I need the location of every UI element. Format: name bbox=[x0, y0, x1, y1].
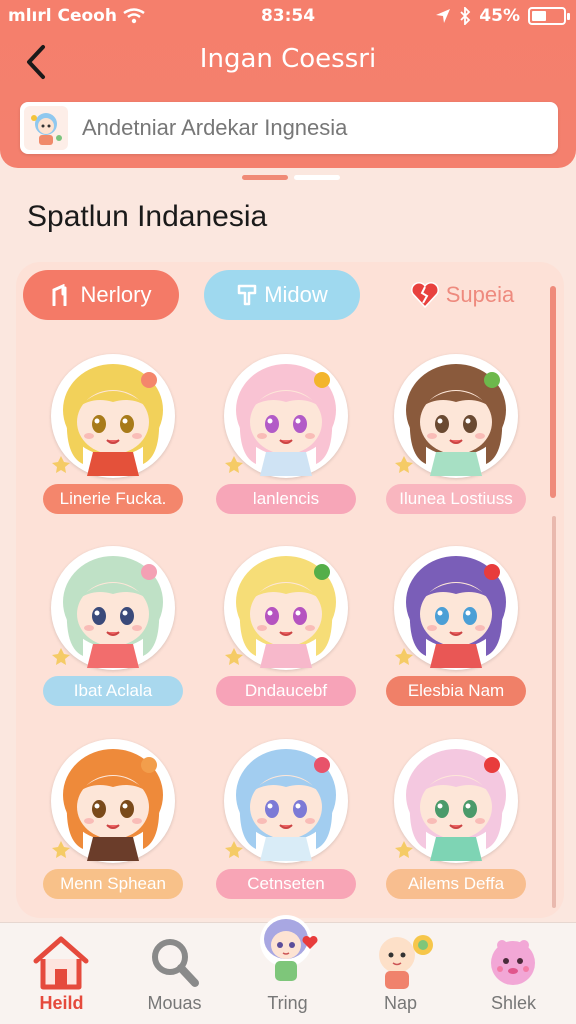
character-card[interactable]: Ilunea Lostiuss bbox=[386, 346, 526, 516]
tab-supeia[interactable]: Supeia bbox=[384, 270, 540, 320]
status-bar: mlırl Ceooh 83:54 45% bbox=[0, 0, 576, 34]
search-avatar-thumbnail bbox=[24, 106, 68, 150]
pink-blob-icon bbox=[491, 940, 535, 985]
character-avatar bbox=[216, 731, 356, 871]
character-name: lanlencis bbox=[216, 484, 356, 514]
tab-label: Supeia bbox=[445, 282, 515, 307]
character-avatar bbox=[386, 731, 526, 871]
nav-item-nap[interactable]: Nap bbox=[343, 923, 458, 1024]
character-card[interactable]: Ailems Deffa bbox=[386, 731, 526, 901]
character-avatar bbox=[386, 538, 526, 678]
panel-scrollbar-thumb[interactable] bbox=[550, 286, 556, 498]
panel-scrollbar-track[interactable] bbox=[552, 516, 556, 908]
battery-icon bbox=[528, 7, 570, 25]
broken-heart-icon bbox=[410, 282, 439, 309]
character-avatar bbox=[216, 346, 356, 486]
location-icon bbox=[436, 9, 451, 23]
nav-label: Shlek bbox=[490, 993, 537, 1013]
character-name: Ibat Aclala bbox=[43, 676, 183, 706]
tab-nerlory[interactable]: Nerlory bbox=[23, 270, 179, 320]
tab-label: Midow bbox=[264, 282, 328, 307]
character-name: Ilunea Lostiuss bbox=[386, 484, 526, 514]
bluetooth-icon bbox=[460, 7, 471, 25]
drag-handle[interactable] bbox=[242, 175, 340, 180]
character-avatar bbox=[386, 346, 526, 486]
home-icon bbox=[33, 936, 89, 990]
character-card[interactable]: Menn Sphean bbox=[43, 731, 183, 901]
character-card[interactable]: Cetnseten bbox=[216, 731, 356, 901]
character-name: Elesbia Nam bbox=[386, 676, 526, 706]
bottom-navigation: Heild Mouas Tring Nap Shlek bbox=[0, 915, 576, 1024]
nav-item-tring[interactable]: Tring bbox=[230, 915, 345, 1024]
chibi-avatar-icon bbox=[260, 915, 318, 981]
battery-level-fill bbox=[532, 11, 546, 21]
character-avatar bbox=[216, 538, 356, 678]
search-bar[interactable] bbox=[20, 102, 558, 154]
character-name: Menn Sphean bbox=[43, 869, 183, 899]
nav-label: Tring bbox=[267, 993, 308, 1013]
search-input[interactable] bbox=[82, 115, 542, 141]
character-name: Dndaucebf bbox=[216, 676, 356, 706]
tab-midow[interactable]: Midow bbox=[204, 270, 360, 320]
character-card[interactable]: Linerie Fucka. bbox=[43, 346, 183, 516]
character-name: Ailems Deffa bbox=[386, 869, 526, 899]
baby-icon bbox=[379, 935, 433, 989]
nav-item-mouas[interactable]: Mouas bbox=[117, 923, 232, 1024]
page-title: Ingan Coessri bbox=[199, 44, 377, 74]
nav-label: Heild bbox=[39, 993, 84, 1013]
nav-item-heild[interactable]: Heild bbox=[4, 923, 119, 1024]
flag-icon bbox=[52, 284, 67, 306]
character-card[interactable]: Dndaucebf bbox=[216, 538, 356, 708]
character-avatar bbox=[43, 538, 183, 678]
nav-item-shlek[interactable]: Shlek bbox=[456, 923, 571, 1024]
character-card[interactable]: lanlencis bbox=[216, 346, 356, 516]
character-name: Cetnseten bbox=[216, 869, 356, 899]
nav-label: Mouas bbox=[147, 993, 202, 1013]
section-title: Spatlun Indanesia bbox=[27, 200, 268, 233]
character-avatar bbox=[43, 731, 183, 871]
nav-label: Nap bbox=[383, 993, 418, 1013]
character-avatar bbox=[43, 346, 183, 486]
search-icon bbox=[152, 939, 199, 987]
app-header: mlırl Ceooh 83:54 45% Ingan Coessri bbox=[0, 0, 576, 168]
character-card[interactable]: Elesbia Nam bbox=[386, 538, 526, 708]
character-card[interactable]: Ibat Aclala bbox=[43, 538, 183, 708]
chibi-thumbnail-icon bbox=[31, 113, 62, 145]
battery-percent: 45% bbox=[479, 6, 520, 26]
character-name: Linerie Fucka. bbox=[43, 484, 183, 514]
tab-label: Nerlory bbox=[80, 282, 152, 307]
bookmark-icon bbox=[237, 284, 257, 306]
